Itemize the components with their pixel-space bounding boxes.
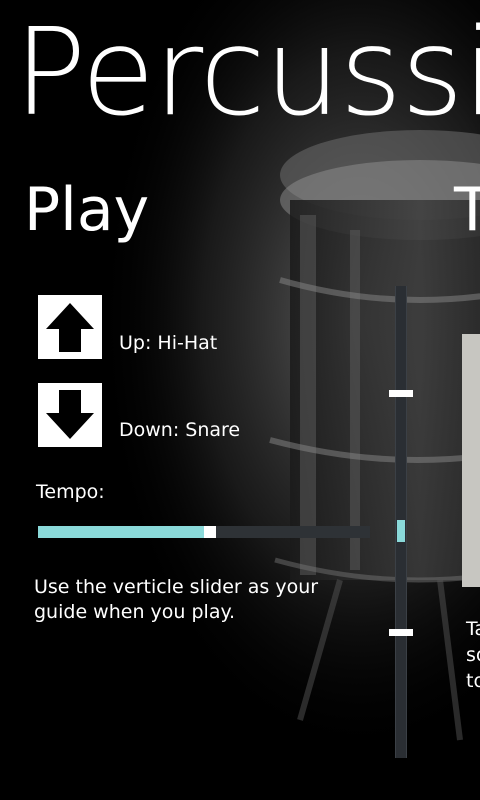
- app-title: Percussion: [14, 4, 480, 143]
- down-arrow-button[interactable]: [38, 383, 102, 447]
- guide-text: Use the verticle slider as your guide wh…: [34, 576, 319, 623]
- next-panel-image: [462, 334, 480, 587]
- pivot-header-next[interactable]: T: [454, 170, 480, 250]
- tempo-slider[interactable]: [38, 526, 370, 538]
- vertical-slider-marker-top: [389, 390, 413, 397]
- next-panel-text-line: Ta: [466, 618, 480, 640]
- arrow-down-icon: [46, 390, 94, 439]
- next-panel-text-line: so: [466, 644, 480, 666]
- tempo-slider-thumb[interactable]: [204, 526, 216, 538]
- down-key-label: Down: Snare: [119, 419, 241, 441]
- arrow-up-icon: [46, 303, 94, 352]
- vertical-slider-thumb[interactable]: [397, 520, 405, 542]
- tempo-slider-fill: [38, 526, 204, 538]
- percussion-screen: Percussion Play T Up: Hi-Hat Down: Snare…: [0, 0, 480, 800]
- vertical-slider-marker-bottom: [389, 629, 413, 636]
- pivot-header-play[interactable]: Play: [24, 170, 149, 250]
- up-key-label: Up: Hi-Hat: [119, 332, 218, 354]
- up-arrow-button[interactable]: [38, 295, 102, 359]
- tempo-label: Tempo:: [36, 481, 105, 503]
- next-panel-text-line: to: [466, 670, 480, 692]
